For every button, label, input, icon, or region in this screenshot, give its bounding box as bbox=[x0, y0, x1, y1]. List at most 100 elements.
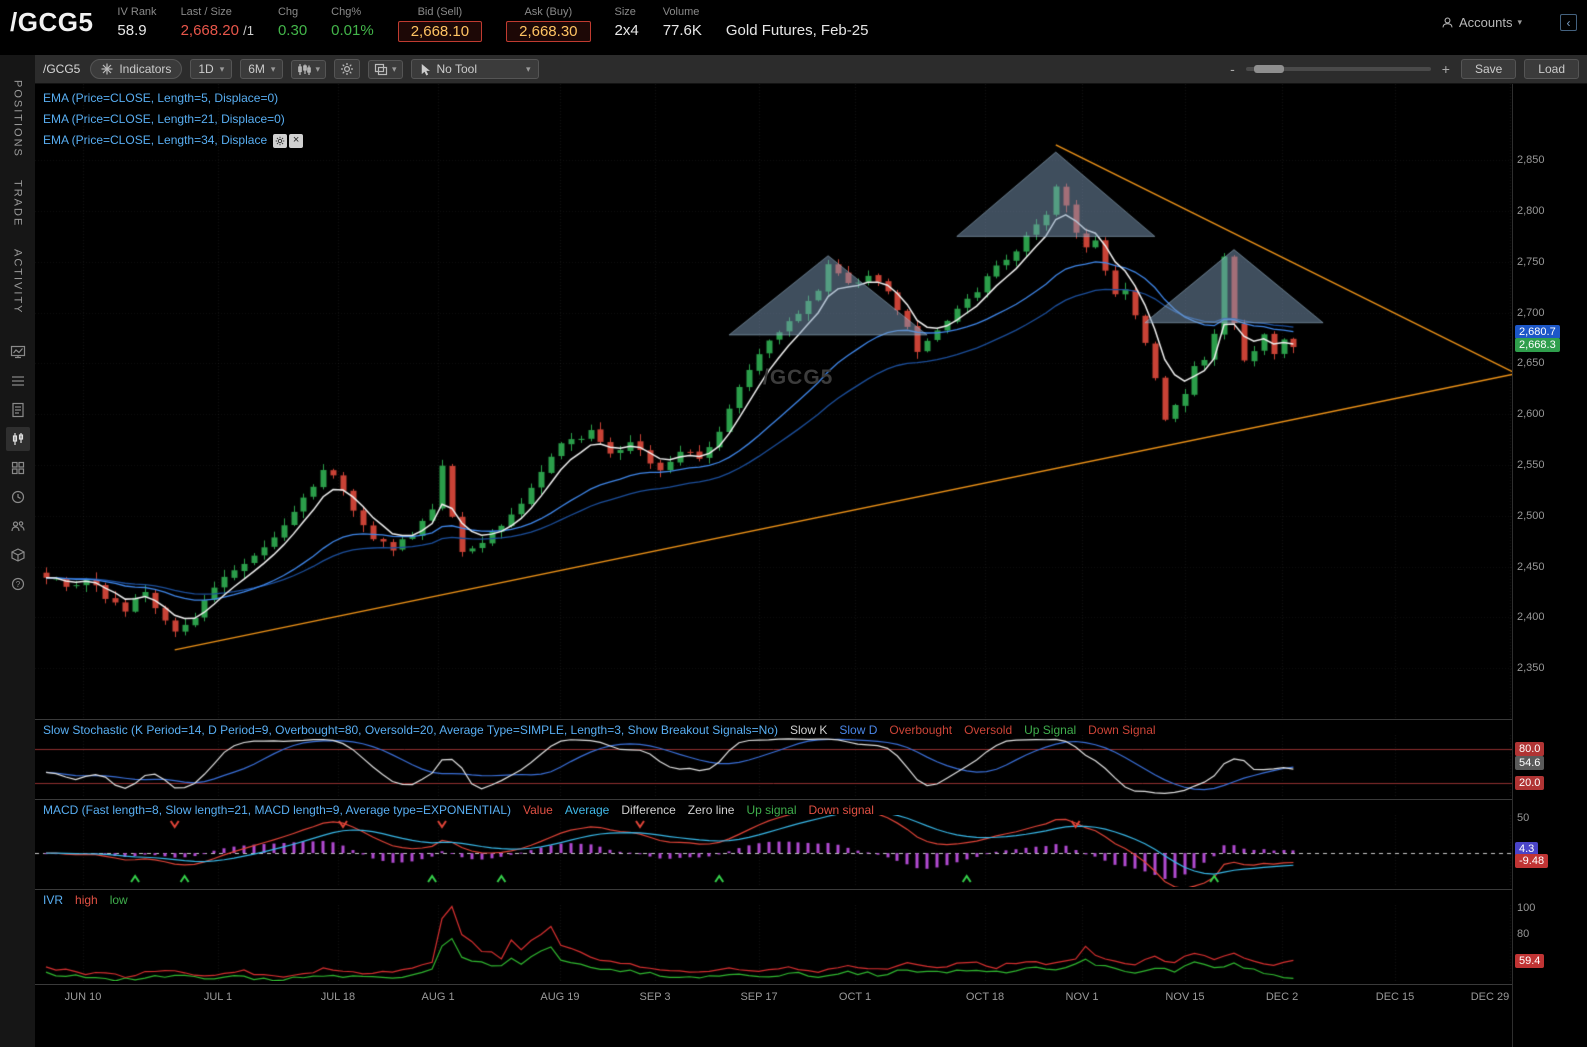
study-label-ema5[interactable]: EMA (Price=CLOSE, Length=5, Displace=0) bbox=[43, 88, 303, 109]
instrument-description: Gold Futures, Feb-25 bbox=[725, 22, 869, 39]
ivr-chart-canvas[interactable] bbox=[35, 905, 1512, 981]
chart-settings-button[interactable] bbox=[333, 59, 360, 79]
time-axis-label: SEP 17 bbox=[740, 991, 778, 1003]
ivr-axis-label: 80 bbox=[1517, 927, 1530, 940]
zoom-in-button[interactable]: + bbox=[1439, 61, 1453, 77]
size-value: 2x4 bbox=[614, 22, 639, 39]
time-axis-label: NOV 15 bbox=[1165, 991, 1205, 1003]
last-price: 2,668.20 bbox=[180, 22, 239, 39]
time-axis-label: NOV 1 bbox=[1065, 991, 1099, 1003]
macd-chart-canvas[interactable] bbox=[35, 815, 1512, 887]
size-label: Size bbox=[614, 6, 636, 18]
person-icon bbox=[1442, 17, 1453, 28]
price-axis-label: 2,500 bbox=[1517, 509, 1545, 522]
timeframe-value: 1D bbox=[198, 62, 214, 76]
ivr-legend-items: high low bbox=[75, 893, 128, 907]
layout-dropdown[interactable]: ▾ bbox=[367, 59, 403, 79]
help-icon[interactable]: ? bbox=[6, 572, 30, 596]
study-label-ema34[interactable]: EMA (Price=CLOSE, Length=34, Displace × bbox=[43, 130, 304, 151]
ivr-title[interactable]: IVR bbox=[43, 893, 63, 907]
chg-pct-label: Chg% bbox=[331, 6, 362, 18]
time-axis-label: AUG 19 bbox=[540, 991, 580, 1003]
study-remove-button[interactable]: × bbox=[289, 133, 304, 148]
volume-label: Volume bbox=[662, 6, 700, 18]
ask-button[interactable]: 2,668.30 bbox=[506, 21, 591, 42]
trading-platform-window: /GCG5 IV Rank 58.9 Last / Size 2,668.20 … bbox=[0, 0, 1587, 1047]
accounts-label: Accounts bbox=[1458, 15, 1513, 30]
legend-item: Down Signal bbox=[1088, 723, 1156, 737]
chg-label: Chg bbox=[277, 6, 299, 18]
panel-divider[interactable] bbox=[35, 799, 1587, 800]
legend-item: Value bbox=[523, 803, 553, 817]
chevron-down-icon: ▾ bbox=[219, 63, 225, 74]
chart-icon[interactable] bbox=[5, 426, 30, 451]
legend-item: Average bbox=[564, 803, 610, 817]
chg-pct-field: Chg% 0.01% bbox=[331, 5, 374, 41]
macd-title[interactable]: MACD (Fast length=8, Slow length=21, MAC… bbox=[43, 803, 511, 817]
last-size-label: Last / Size bbox=[180, 6, 232, 18]
price-axis-label: 2,700 bbox=[1517, 306, 1545, 319]
stochastic-value-bubble: 20.0 bbox=[1515, 775, 1545, 790]
range-dropdown[interactable]: 6M ▾ bbox=[240, 59, 284, 79]
timeframe-dropdown[interactable]: 1D ▾ bbox=[190, 59, 233, 79]
sidebar-tab-positions[interactable]: POSITIONS bbox=[12, 69, 24, 169]
legend-item: Up Signal bbox=[1024, 723, 1077, 737]
legend-item: Up signal bbox=[746, 803, 797, 817]
price-axis-label: 2,850 bbox=[1517, 154, 1545, 167]
last-size-field: Last / Size 2,668.20 /1 bbox=[181, 5, 254, 41]
bid-field: Bid (Sell) 2,668.10 bbox=[397, 5, 483, 42]
chart-type-dropdown[interactable]: ▾ bbox=[291, 59, 326, 79]
price-bubble: 2,668.3 bbox=[1515, 337, 1560, 352]
products-box-icon[interactable] bbox=[6, 543, 30, 567]
community-icon[interactable] bbox=[6, 514, 30, 538]
bid-button[interactable]: 2,668.10 bbox=[397, 21, 483, 42]
volume-value: 77.6K bbox=[662, 22, 702, 39]
accounts-menu[interactable]: Accounts ▾ bbox=[1441, 15, 1522, 30]
ask-field: Ask (Buy) 2,668.30 bbox=[506, 5, 591, 42]
monitor-chart-icon[interactable] bbox=[6, 340, 30, 364]
iv-rank-label: IV Rank bbox=[117, 6, 157, 18]
price-axis[interactable]: 2,850 2,800 2,750 2,700 2,650 2,600 2,550 2,500… bbox=[1512, 84, 1587, 1047]
time-axis-label: JUL 18 bbox=[320, 991, 356, 1003]
study-label-ema21[interactable]: EMA (Price=CLOSE, Length=21, Displace=0) bbox=[43, 109, 303, 130]
history-clock-icon[interactable] bbox=[6, 485, 30, 509]
stochastic-chart-canvas[interactable] bbox=[35, 735, 1512, 797]
collapse-panel-button[interactable]: ‹ bbox=[1560, 14, 1577, 31]
notes-icon[interactable] bbox=[6, 398, 30, 422]
apps-grid-icon[interactable] bbox=[6, 456, 30, 480]
load-button[interactable]: Load bbox=[1524, 59, 1579, 79]
legend-item: Difference bbox=[621, 803, 676, 817]
sidebar-tab-trade[interactable]: TRADE bbox=[12, 169, 24, 238]
macd-axis-label: 50 bbox=[1517, 812, 1530, 824]
study-settings-button[interactable] bbox=[273, 133, 288, 148]
sidebar-tab-activity[interactable]: ACTIVITY bbox=[12, 238, 24, 326]
sidebar-tabs: POSITIONS TRADE ACTIVITY bbox=[12, 69, 24, 326]
stochastic-title[interactable]: Slow Stochastic (K Period=14, D Period=9… bbox=[43, 723, 778, 737]
gear-icon bbox=[340, 63, 353, 75]
panel-divider[interactable] bbox=[35, 719, 1587, 720]
legend-item: high bbox=[75, 893, 98, 907]
save-button[interactable]: Save bbox=[1460, 59, 1517, 79]
volume-field: Volume 77.6K bbox=[663, 5, 702, 41]
ema34-label-text: EMA (Price=CLOSE, Length=34, Displace bbox=[43, 133, 268, 147]
size-field: Size 2x4 bbox=[615, 5, 639, 41]
quote-header: /GCG5 IV Rank 58.9 Last / Size 2,668.20 … bbox=[0, 0, 1587, 55]
legend-item: low bbox=[109, 893, 128, 907]
time-axis-label: OCT 18 bbox=[965, 991, 1005, 1003]
zoom-out-button[interactable]: - bbox=[1227, 61, 1238, 77]
price-axis-label: 2,550 bbox=[1517, 459, 1545, 471]
ivr-value-bubble: 59.4 bbox=[1515, 953, 1545, 968]
time-axis-label: JUL 1 bbox=[203, 991, 233, 1003]
panel-divider[interactable] bbox=[35, 889, 1587, 890]
tool-label: No Tool bbox=[436, 62, 477, 76]
price-chart-canvas[interactable] bbox=[35, 84, 1512, 719]
zoom-slider-handle[interactable] bbox=[1253, 65, 1284, 73]
zoom-slider[interactable] bbox=[1245, 65, 1431, 73]
chevron-down-icon: ▾ bbox=[1517, 17, 1522, 27]
drawing-tool-dropdown[interactable]: No Tool ▾ bbox=[410, 59, 539, 79]
indicators-button[interactable]: Indicators bbox=[90, 59, 183, 79]
toolbar-symbol: /GCG5 bbox=[43, 62, 81, 76]
watchlist-icon[interactable] bbox=[6, 369, 30, 393]
iv-rank-field: IV Rank 58.9 bbox=[117, 5, 156, 41]
time-axis[interactable]: JUN 10 JUL 1 JUL 18 AUG 1 AUG 19 SEP 3 SEP 17 O… bbox=[35, 984, 1512, 1010]
